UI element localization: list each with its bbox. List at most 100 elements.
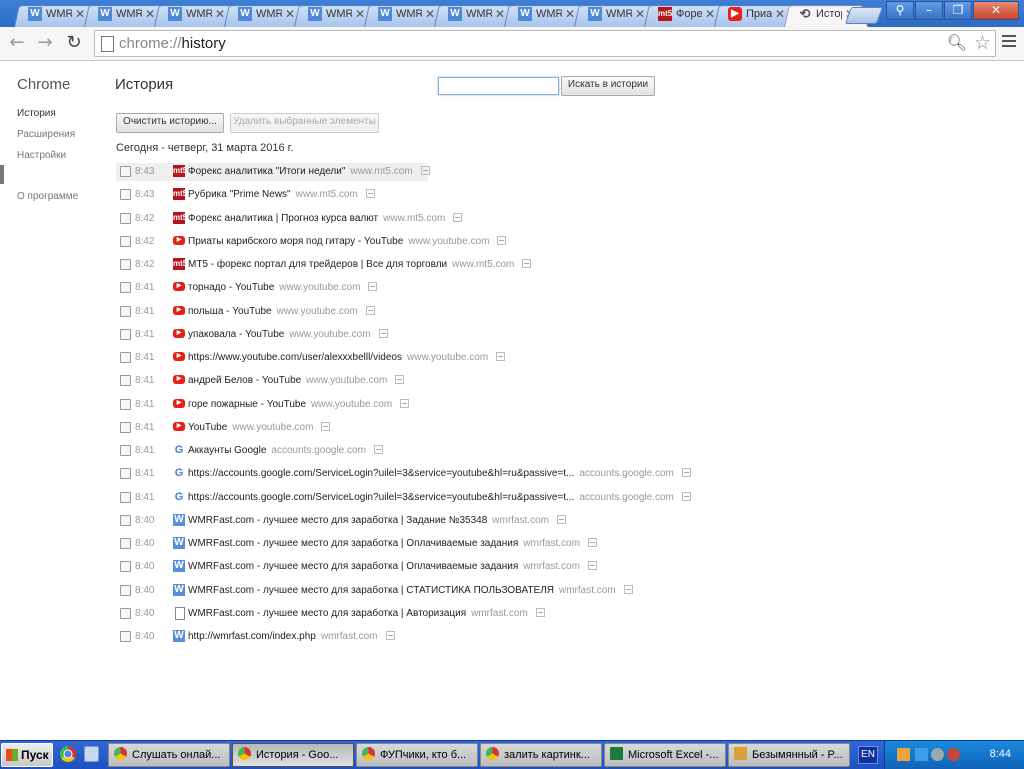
minimize-button[interactable]: – [915,1,943,20]
entry-menu-dropdown-icon[interactable] [587,538,597,547]
volume-icon[interactable] [897,748,910,761]
entry-title-link[interactable]: торнадо - YouTube [188,282,274,293]
entry-title-link[interactable]: https://accounts.google.com/ServiceLogin… [188,468,574,479]
entry-menu-dropdown-icon[interactable] [365,189,375,199]
ie-quicklaunch-icon[interactable] [84,746,99,762]
entry-title-link[interactable]: WMRFast.com - лучшее место для заработка… [188,561,518,572]
entry-checkbox[interactable] [120,305,131,317]
entry-checkbox[interactable] [120,514,131,526]
entry-menu-dropdown-icon[interactable] [497,235,507,245]
taskbar-button[interactable]: залить картинк... [480,743,602,767]
search-history-button[interactable]: Искать в истории [561,76,655,96]
entry-title-link[interactable]: WMRFast.com - лучшее место для заработка… [188,608,466,619]
entry-checkbox[interactable] [120,166,131,177]
entry-title-link[interactable]: https://www.youtube.com/user/alexxxbelll… [188,352,402,363]
language-indicator[interactable]: EN [858,746,878,764]
entry-checkbox[interactable] [120,375,131,387]
entry-checkbox[interactable] [120,259,131,270]
entry-title-link[interactable]: YouTube [188,422,227,433]
entry-title-link[interactable]: МТ5 - форекс портал для трейдеров | Все … [188,259,447,270]
entry-title-link[interactable]: http://wmrfast.com/index.php [188,631,316,642]
close-window-button[interactable]: ✕ [973,1,1019,20]
entry-menu-dropdown-icon[interactable] [385,631,395,640]
history-search-input[interactable] [438,77,559,95]
entry-menu-dropdown-icon[interactable] [681,468,691,478]
forward-button[interactable]: → [34,32,56,54]
taskbar-button[interactable]: История - Goo... [232,743,354,767]
entry-checkbox[interactable] [120,398,131,410]
remove-selected-button[interactable]: Удалить выбранные элементы [230,113,379,133]
entry-checkbox[interactable] [120,189,131,201]
new-tab-button[interactable] [844,7,884,24]
user-icon[interactable]: ⚲ [886,1,914,20]
entry-menu-dropdown-icon[interactable] [373,445,383,454]
entry-title-link[interactable]: Форекс аналитика | Прогноз курса валют [188,213,378,224]
entry-title-link[interactable]: польша - YouTube [188,306,272,317]
entry-checkbox[interactable] [120,445,131,456]
entry-title-link[interactable]: https://accounts.google.com/ServiceLogin… [188,492,574,503]
entry-title-link[interactable]: упаковала - YouTube [188,329,284,340]
entry-title-link[interactable]: WMRFast.com - лучшее место для заработка… [188,515,487,526]
reload-button[interactable]: ↻ [63,32,85,54]
entry-menu-dropdown-icon[interactable] [321,421,331,431]
taskbar-button[interactable]: Microsoft Excel -... [604,743,726,767]
clear-history-button[interactable]: Очистить историю... [116,113,224,133]
entry-menu-dropdown-icon[interactable] [681,491,691,501]
entry-title-link[interactable]: WMRFast.com - лучшее место для заработка… [188,538,518,549]
entry-menu-dropdown-icon[interactable] [368,282,378,292]
history-entry[interactable]: 8:43 mt5 Форекс аналитика "Итоги недели" ww… [116,163,430,181]
entry-checkbox[interactable] [120,282,131,294]
taskbar-button[interactable]: ФУПчики, кто б... [356,743,478,767]
chrome-icon [362,747,375,760]
entry-menu-dropdown-icon[interactable] [535,607,545,617]
sidebar-item-settings[interactable]: Настройки [17,150,66,161]
address-bar[interactable]: chrome://history 🔍︎ ☆ [94,30,996,57]
entry-menu-dropdown-icon[interactable] [496,352,506,361]
entry-checkbox[interactable] [120,607,131,619]
maximize-button[interactable]: ❐ [944,1,972,20]
entry-checkbox[interactable] [120,491,131,503]
entry-menu-dropdown-icon[interactable] [395,375,405,385]
entry-checkbox[interactable] [120,352,131,363]
entry-menu-dropdown-icon[interactable] [420,166,430,175]
tray-app-icon[interactable] [931,748,944,761]
entry-menu-dropdown-icon[interactable] [400,398,410,408]
entry-checkbox[interactable] [120,235,131,247]
antivirus-icon[interactable] [947,748,960,761]
chrome-quicklaunch-icon[interactable] [60,746,76,762]
back-button[interactable]: ← [6,32,28,54]
entry-menu-dropdown-icon[interactable] [623,584,633,594]
sidebar-item-about[interactable]: О программе [17,191,78,202]
entry-title-link[interactable]: Форекс аналитика "Итоги недели" [188,166,345,177]
sidebar-item-history[interactable]: История [17,108,56,119]
entry-menu-dropdown-icon[interactable] [587,561,597,571]
entry-menu-dropdown-icon[interactable] [453,212,463,222]
sidebar-item-extensions[interactable]: Расширения [17,129,75,140]
title-bar: WWMRFast✕ WWMRFast✕ WWMRFast✕ WWMRFast✕ … [0,0,1024,27]
entry-title-link[interactable]: WMRFast.com - лучшее место для заработка… [188,585,554,596]
entry-menu-dropdown-icon[interactable] [378,328,388,338]
entry-title-link[interactable]: Приаты карибского моря под гитару - YouT… [188,236,403,247]
entry-checkbox[interactable] [120,212,131,224]
entry-checkbox[interactable] [120,584,131,596]
entry-checkbox[interactable] [120,631,131,642]
entry-title-link[interactable]: андрей Белов - YouTube [188,375,301,386]
taskbar-button[interactable]: Безымянный - P... [728,743,850,767]
entry-checkbox[interactable] [120,561,131,573]
taskbar-button[interactable]: Слушать онлай... [108,743,230,767]
chrome-menu-button[interactable] [1002,35,1016,50]
entry-title-link[interactable]: Рубрика "Prime News" [188,189,291,200]
entry-menu-dropdown-icon[interactable] [556,514,566,524]
entry-checkbox[interactable] [120,328,131,340]
entry-checkbox[interactable] [120,421,131,433]
entry-title-link[interactable]: горе пожарные - YouTube [188,399,306,410]
entry-checkbox[interactable] [120,538,131,549]
entry-menu-dropdown-icon[interactable] [522,259,532,268]
zoom-icon[interactable]: 🔍︎ [947,33,967,52]
entry-checkbox[interactable] [120,468,131,480]
network-icon[interactable] [915,748,928,761]
entry-menu-dropdown-icon[interactable] [365,305,375,315]
entry-title-link[interactable]: Аккаунты Google [188,445,266,456]
start-button[interactable]: Пуск [1,743,53,767]
bookmark-star-icon[interactable]: ☆ [974,32,991,54]
